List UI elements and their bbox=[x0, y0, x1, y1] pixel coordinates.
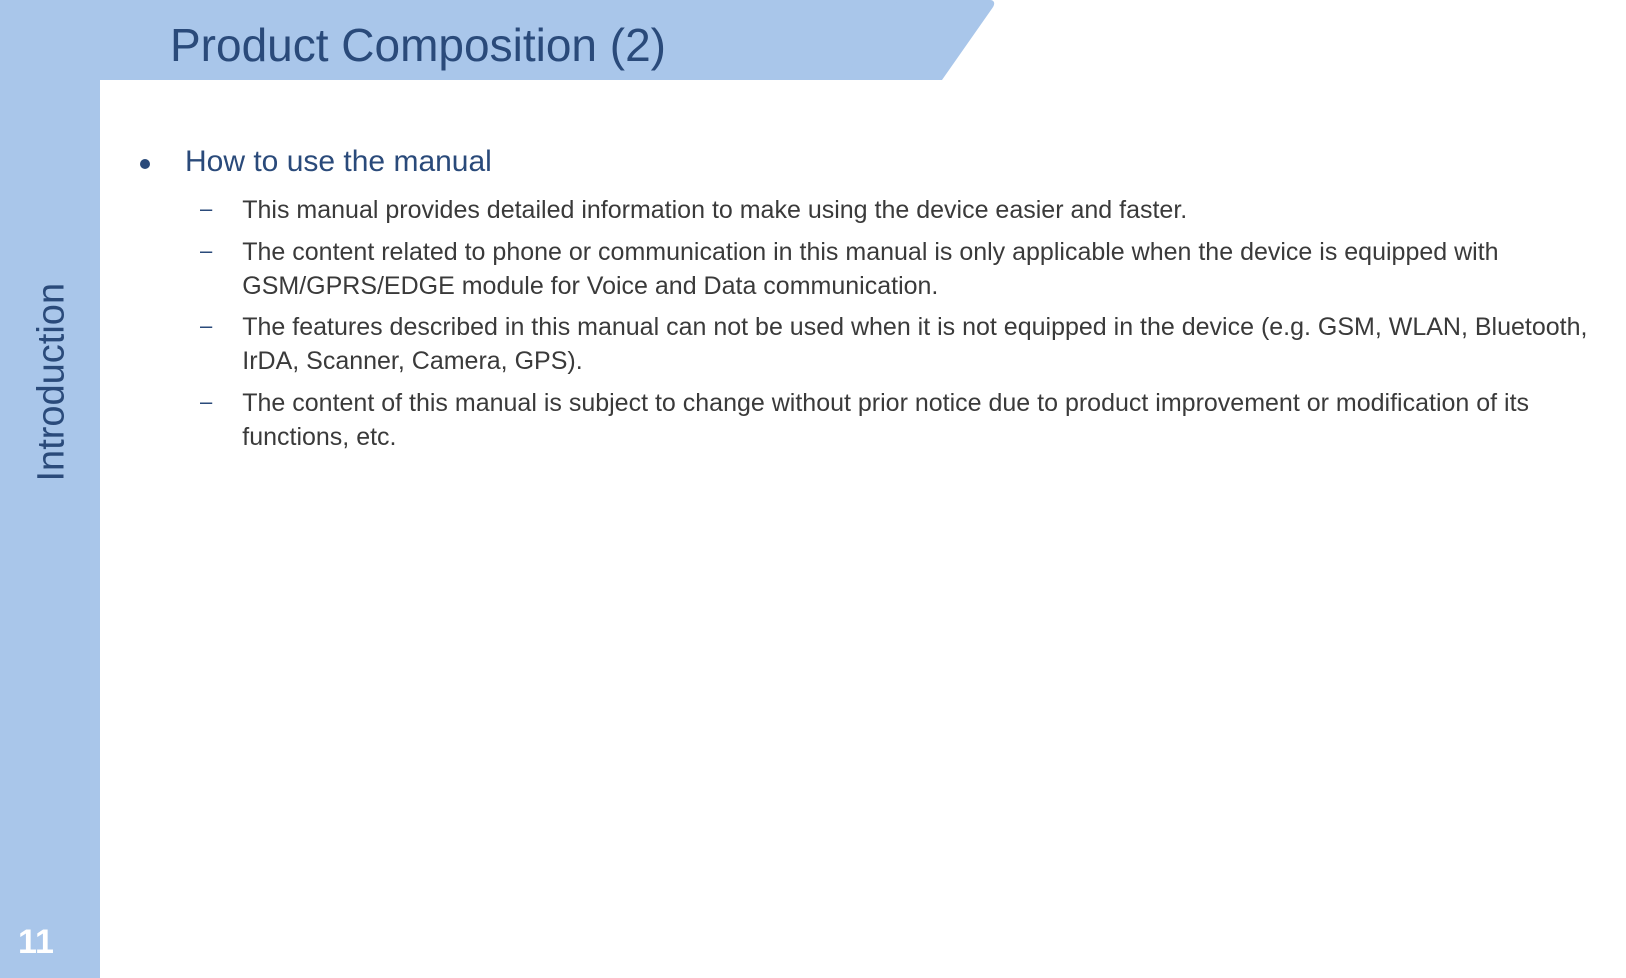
section-label: Introduction bbox=[31, 283, 74, 482]
sub-bullet-text: The features described in this manual ca… bbox=[242, 311, 1606, 379]
sub-bullet-text: This manual provides detailed informatio… bbox=[242, 194, 1187, 228]
bullet-level1: How to use the manual bbox=[140, 145, 1606, 179]
sub-bullet-item: – The content related to phone or commun… bbox=[200, 236, 1606, 304]
dash-icon: – bbox=[200, 389, 212, 415]
sub-bullet-item: – The content of this manual is subject … bbox=[200, 387, 1606, 455]
main-bullet-text: How to use the manual bbox=[185, 145, 492, 179]
sub-bullet-item: – This manual provides detailed informat… bbox=[200, 194, 1606, 228]
bullet-dot-icon bbox=[140, 159, 150, 169]
sub-bullets-container: – This manual provides detailed informat… bbox=[200, 194, 1606, 454]
sub-bullet-text: The content of this manual is subject to… bbox=[242, 387, 1606, 455]
dash-icon: – bbox=[200, 196, 212, 222]
slide-title: Product Composition (2) bbox=[170, 18, 666, 72]
dash-icon: – bbox=[200, 238, 212, 264]
bullet-list: How to use the manual – This manual prov… bbox=[140, 145, 1606, 462]
sub-bullet-text: The content related to phone or communic… bbox=[242, 236, 1606, 304]
page-number: 11 bbox=[18, 923, 54, 962]
dash-icon: – bbox=[200, 313, 212, 339]
sidebar-band bbox=[0, 0, 100, 978]
sub-bullet-item: – The features described in this manual … bbox=[200, 311, 1606, 379]
